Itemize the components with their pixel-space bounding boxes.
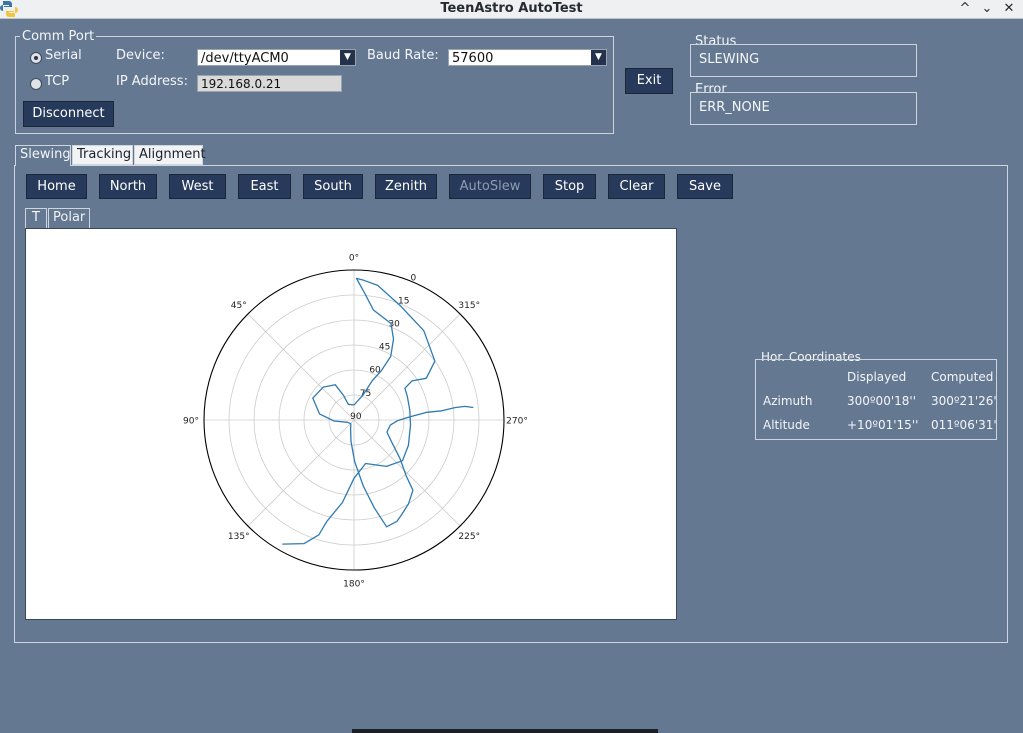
tab-tracking[interactable]: Tracking [72,145,133,165]
theta-tick-label: 270° [506,417,528,427]
zenith-button[interactable]: Zenith [375,174,437,199]
baud-rate-label: Baud Rate: [367,48,439,63]
chevron-down-icon[interactable]: ▼ [340,50,355,65]
subtab-t[interactable]: T [25,208,47,229]
tcp-label: TCP [45,74,70,89]
autoslew-button: AutoSlew [449,174,531,199]
disconnect-button[interactable]: Disconnect [23,101,114,127]
baud-rate-combobox[interactable]: 57600 ▼ [448,49,607,66]
r-tick-label: 0 [410,273,416,283]
serial-label: Serial [45,48,82,63]
exit-button[interactable]: Exit [625,68,673,94]
baud-rate-value: 57600 [452,51,494,66]
plot-frame: 0° 45° 90° 135° 180° 225° 270° 315° 0 15 30 45 60 75 9… [25,228,677,620]
tab-alignment[interactable]: Alignment [134,145,206,165]
grid-spoke [247,419,355,527]
col-displayed-header: Displayed [847,370,907,384]
status-box: SLEWING [690,44,917,77]
theta-tick-label: 0° [349,254,359,264]
col-computed-header: Computed [931,370,994,384]
polar-chart: 0°45°90°135°180°225°270°315°015304560759… [183,254,528,590]
r-tick-label: 45 [379,343,390,353]
theta-tick-label: 90° [183,417,199,427]
taskbar-strip [352,729,658,733]
theta-tick-label: 180° [343,580,365,590]
tcp-radio[interactable] [30,78,42,90]
error-box: ERR_NONE [690,92,917,125]
stop-button[interactable]: Stop [543,174,596,199]
azimuth-label: Azimuth [763,394,813,408]
r-tick-label: 60 [369,366,381,376]
home-button[interactable]: Home [26,174,87,199]
south-button[interactable]: South [303,174,363,199]
grid-spoke [353,419,461,527]
subtab-polar[interactable]: Polar [48,208,90,229]
north-button[interactable]: North [99,174,157,199]
altitude-computed: 011º06'31' [931,418,997,432]
r-tick-label: 90 [350,412,362,422]
theta-tick-label: 135° [228,532,250,542]
save-button[interactable]: Save [677,174,733,199]
ip-address-label: IP Address: [116,74,188,89]
device-value: /dev/ttyACM0 [201,51,289,66]
close-button[interactable]: ✕ [999,0,1019,18]
theta-tick-label: 315° [458,301,480,311]
comm-port-legend: Comm Port [22,29,95,44]
altitude-label: Altitude [763,418,810,432]
altitude-displayed: +10º01'15'' [847,418,919,432]
clear-button[interactable]: Clear [608,174,665,199]
theta-tick-label: 45° [231,301,247,311]
theta-tick-label: 225° [458,532,480,542]
minimize-button[interactable]: ⌄ [977,0,997,18]
title-bar: TeenAstro AutoTest ^ ⌄ ✕ [0,0,1023,19]
window-title: TeenAstro AutoTest [440,1,583,16]
chevron-down-icon[interactable]: ▼ [591,50,606,65]
tab-slewing[interactable]: Slewing [15,145,71,166]
error-value: ERR_NONE [699,100,770,115]
r-tick-label: 30 [388,319,400,329]
serial-radio[interactable] [30,52,42,64]
east-button[interactable]: East [238,174,291,199]
maximize-button[interactable]: ^ [955,0,975,18]
device-combobox[interactable]: /dev/ttyACM0 ▼ [197,49,356,66]
west-button[interactable]: West [169,174,226,199]
status-value: SLEWING [699,52,760,67]
grid-spoke [247,313,355,421]
azimuth-displayed: 300º00'18'' [847,394,916,408]
azimuth-computed: 300º21'26' [931,394,997,408]
ip-address-input[interactable]: 192.168.0.21 [197,75,342,92]
device-label: Device: [116,48,165,63]
